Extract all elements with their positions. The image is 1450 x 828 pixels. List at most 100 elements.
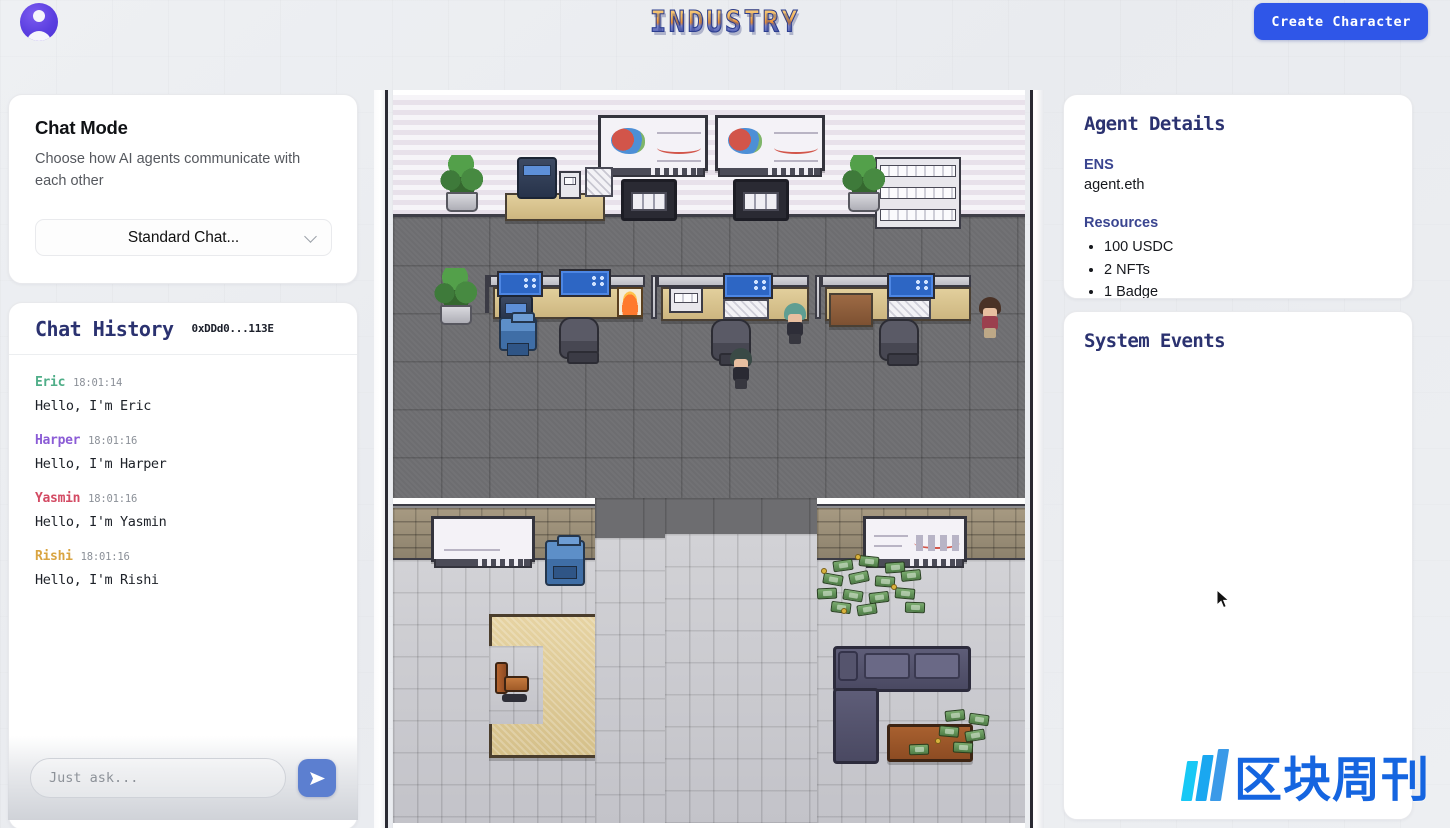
desk-monitor-1 xyxy=(497,271,543,297)
coin xyxy=(821,568,827,574)
cash-stack xyxy=(908,743,930,756)
coin xyxy=(891,584,897,590)
right-sidebar: Agent Details ENS agent.eth Resources 10… xyxy=(1063,94,1413,820)
avatar-head-shape xyxy=(33,10,45,22)
lower-rooms xyxy=(393,498,1025,823)
chart-line xyxy=(444,549,500,551)
potted-plant-upper-left xyxy=(437,150,487,212)
cash-stack xyxy=(894,587,916,600)
chart-line xyxy=(774,160,818,162)
create-character-button[interactable]: Create Character xyxy=(1254,3,1428,40)
office-sofa-chaise xyxy=(833,688,879,764)
cash-stack xyxy=(816,587,838,600)
chat-input-bar xyxy=(8,736,358,820)
system-events-title: System Events xyxy=(1084,330,1226,352)
left-room-whiteboard xyxy=(431,516,535,568)
chart-bars xyxy=(916,535,960,551)
app-logo-title: INDUSTRY xyxy=(649,5,801,40)
chat-message-time: 18:01:14 xyxy=(73,377,123,389)
plant-pot xyxy=(848,192,880,212)
shelf-row xyxy=(564,177,576,185)
plant-leaves xyxy=(841,155,887,197)
character-dark-hair[interactable] xyxy=(728,348,754,390)
board-markers xyxy=(478,559,524,566)
sofa-arm xyxy=(838,651,858,681)
cash-stack xyxy=(952,741,974,754)
avatar-body-shape xyxy=(26,31,52,41)
desk-cabinet xyxy=(829,293,873,327)
desk-chair-orange[interactable] xyxy=(493,662,531,702)
whiteboard-chart-left xyxy=(598,115,708,177)
chat-message: Harper 18:01:16 Hello, I'm Harper xyxy=(35,433,331,472)
wall-display-left xyxy=(621,179,677,221)
corridor-floor-left xyxy=(595,498,665,538)
desk-machine-1 xyxy=(499,312,537,356)
chat-history-title: Chat History xyxy=(35,316,174,341)
chat-mode-select[interactable]: Standard Chat... xyxy=(35,219,332,256)
chat-message-header: Harper 18:01:16 xyxy=(35,433,331,448)
left-room-machine xyxy=(545,535,585,586)
wallet-address-label[interactable]: 0xDDd0...113E xyxy=(192,322,275,335)
plant-leaves xyxy=(439,155,485,197)
resources-label: Resources xyxy=(1084,215,1159,231)
office-chair-3 xyxy=(879,319,919,366)
chart-line xyxy=(657,160,701,162)
reception-papers xyxy=(585,167,613,197)
left-sidebar: Chat Mode Choose how AI agents communica… xyxy=(8,94,358,828)
chat-message-time: 18:01:16 xyxy=(88,435,138,447)
chevron-down-icon xyxy=(306,232,317,239)
cash-stack xyxy=(938,725,960,738)
chat-message-header: Yasmin 18:01:16 xyxy=(35,491,331,506)
game-world-canvas[interactable] xyxy=(393,90,1025,828)
office-sofa xyxy=(833,646,971,692)
chat-mode-selected-value: Standard Chat... xyxy=(127,228,240,246)
shelf-row xyxy=(880,187,956,199)
corridor-floor xyxy=(595,538,665,823)
agent-details-panel: Agent Details ENS agent.eth Resources 10… xyxy=(1063,94,1413,299)
character-teal-hair[interactable] xyxy=(782,303,808,345)
desk-monitor-2 xyxy=(559,269,611,297)
right-room-whiteboard xyxy=(863,516,967,568)
send-paper-plane-icon xyxy=(309,771,325,785)
desk-papers-3 xyxy=(887,299,931,319)
desk-monitor-4 xyxy=(887,273,935,299)
game-bottom-edge xyxy=(393,823,1025,828)
desk-papers-2 xyxy=(723,299,769,319)
chart-line xyxy=(657,132,701,134)
resources-list: 100 USDC2 NFTs1 Badge xyxy=(1084,236,1392,298)
cash-stack xyxy=(858,554,880,569)
character-legs xyxy=(789,334,801,344)
reception-printer xyxy=(517,157,557,199)
chat-mode-panel: Chat Mode Choose how AI agents communica… xyxy=(8,94,358,284)
chair-seat xyxy=(504,676,529,692)
office-upper-room xyxy=(393,95,1025,498)
sofa-cushion xyxy=(914,653,960,679)
send-message-button[interactable] xyxy=(298,759,336,797)
cash-stack xyxy=(900,568,922,583)
chat-message: Rishi 18:01:16 Hello, I'm Rishi xyxy=(35,549,331,588)
desk-book-1 xyxy=(669,287,703,313)
shelf-row xyxy=(674,293,698,303)
chat-message-author: Yasmin xyxy=(35,491,81,506)
chart-line xyxy=(874,535,908,537)
game-frame-right-border xyxy=(1030,90,1044,828)
chat-input[interactable] xyxy=(30,758,286,798)
chat-history-header: Chat History 0xDDd0...113E xyxy=(9,303,357,355)
chat-message: Yasmin 18:01:16 Hello, I'm Yasmin xyxy=(35,491,331,530)
chat-message-author: Harper xyxy=(35,433,81,448)
resource-item: 100 USDC xyxy=(1104,236,1392,259)
board-markers xyxy=(651,168,697,175)
chat-message-author: Rishi xyxy=(35,549,73,564)
character-legs xyxy=(735,379,747,389)
app-logo-wrapper: INDUSTRY xyxy=(0,0,1450,44)
board-markers xyxy=(910,559,956,566)
display-screen xyxy=(631,192,667,211)
app-header: INDUSTRY Create Character xyxy=(0,0,1450,44)
chat-message-author: Eric xyxy=(35,375,66,390)
character-brown-hair[interactable] xyxy=(977,297,1003,339)
chat-message-text: Hello, I'm Rishi xyxy=(35,572,159,588)
office-upper-floor xyxy=(393,217,1025,498)
character-legs xyxy=(984,328,996,338)
wall-display-center xyxy=(733,179,789,221)
user-avatar-icon[interactable] xyxy=(20,3,58,41)
